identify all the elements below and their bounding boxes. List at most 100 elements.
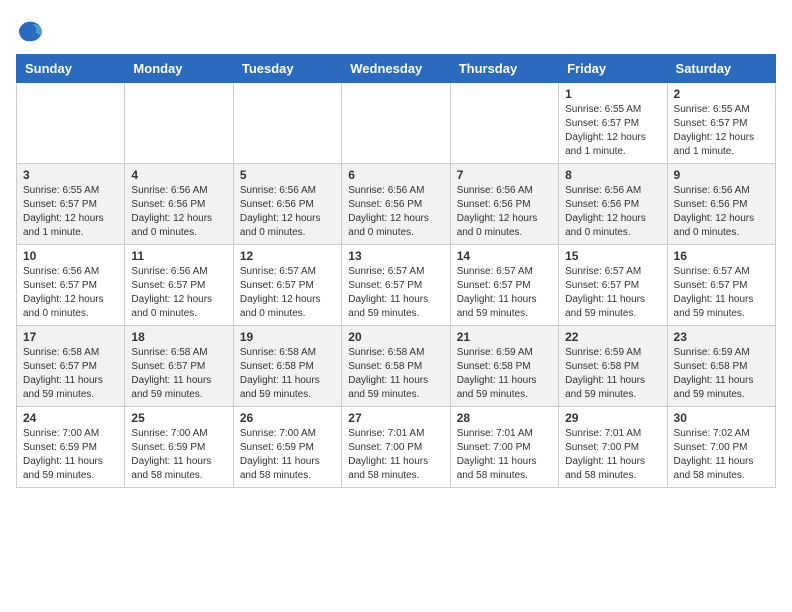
day-number: 24 bbox=[23, 411, 118, 425]
day-number: 27 bbox=[348, 411, 443, 425]
calendar-cell: 6 Sunrise: 6:56 AM Sunset: 6:56 PM Daylig… bbox=[342, 164, 450, 245]
day-info: Sunrise: 6:56 AM Sunset: 6:57 PM Dayligh… bbox=[131, 265, 226, 321]
day-info: Sunrise: 7:01 AM Sunset: 7:00 PM Dayligh… bbox=[348, 427, 443, 483]
calendar-cell: 9 Sunrise: 6:56 AM Sunset: 6:56 PM Daylig… bbox=[667, 164, 775, 245]
day-info: Sunrise: 7:00 AM Sunset: 6:59 PM Dayligh… bbox=[23, 427, 118, 483]
day-number: 25 bbox=[131, 411, 226, 425]
calendar-cell bbox=[17, 83, 125, 164]
day-info: Sunrise: 6:59 AM Sunset: 6:58 PM Dayligh… bbox=[457, 346, 552, 402]
calendar-week-2: 3 Sunrise: 6:55 AM Sunset: 6:57 PM Daylig… bbox=[17, 164, 776, 245]
calendar-cell: 19 Sunrise: 6:58 AM Sunset: 6:58 PM Dayli… bbox=[233, 326, 341, 407]
day-number: 28 bbox=[457, 411, 552, 425]
day-number: 15 bbox=[565, 249, 660, 263]
day-number: 18 bbox=[131, 330, 226, 344]
day-info: Sunrise: 6:59 AM Sunset: 6:58 PM Dayligh… bbox=[565, 346, 660, 402]
calendar-cell: 27 Sunrise: 7:01 AM Sunset: 7:00 PM Dayli… bbox=[342, 407, 450, 488]
day-info: Sunrise: 6:58 AM Sunset: 6:57 PM Dayligh… bbox=[131, 346, 226, 402]
day-number: 16 bbox=[674, 249, 769, 263]
calendar-cell: 26Sunrise: 7:00 AM Sunset: 6:59 PM Dayli… bbox=[233, 407, 341, 488]
weekday-header-tuesday: Tuesday bbox=[233, 55, 341, 83]
calendar-cell: 16 Sunrise: 6:57 AM Sunset: 6:57 PM Dayli… bbox=[667, 245, 775, 326]
day-number: 30 bbox=[674, 411, 769, 425]
day-number: 19 bbox=[240, 330, 335, 344]
day-info: Sunrise: 6:59 AM Sunset: 6:58 PM Dayligh… bbox=[674, 346, 769, 402]
calendar-cell bbox=[233, 83, 341, 164]
day-info: Sunrise: 6:55 AM Sunset: 6:57 PM Dayligh… bbox=[565, 103, 660, 159]
day-number: 6 bbox=[348, 168, 443, 182]
day-number: 10 bbox=[23, 249, 118, 263]
day-info: Sunrise: 7:02 AM Sunset: 7:00 PM Dayligh… bbox=[674, 427, 769, 483]
calendar-cell: 11 Sunrise: 6:56 AM Sunset: 6:57 PM Dayli… bbox=[125, 245, 233, 326]
day-number: 21 bbox=[457, 330, 552, 344]
calendar-cell: 8 Sunrise: 6:56 AM Sunset: 6:56 PM Daylig… bbox=[559, 164, 667, 245]
weekday-header-saturday: Saturday bbox=[667, 55, 775, 83]
calendar-cell: 12 Sunrise: 6:57 AM Sunset: 6:57 PM Dayli… bbox=[233, 245, 341, 326]
day-number: 3 bbox=[23, 168, 118, 182]
day-info: Sunrise: 6:55 AM Sunset: 6:57 PM Dayligh… bbox=[23, 184, 118, 240]
weekday-header-thursday: Thursday bbox=[450, 55, 558, 83]
calendar-cell: 7 Sunrise: 6:56 AM Sunset: 6:56 PM Daylig… bbox=[450, 164, 558, 245]
day-number: 8 bbox=[565, 168, 660, 182]
calendar-week-1: 1 Sunrise: 6:55 AM Sunset: 6:57 PM Daylig… bbox=[17, 83, 776, 164]
calendar-cell: 2 Sunrise: 6:55 AM Sunset: 6:57 PM Daylig… bbox=[667, 83, 775, 164]
calendar-cell: 25 Sunrise: 7:00 AM Sunset: 6:59 PM Dayli… bbox=[125, 407, 233, 488]
calendar-week-5: 24 Sunrise: 7:00 AM Sunset: 6:59 PM Dayli… bbox=[17, 407, 776, 488]
day-info: Sunrise: 6:58 AM Sunset: 6:58 PM Dayligh… bbox=[240, 346, 335, 402]
day-info: Sunrise: 6:56 AM Sunset: 6:56 PM Dayligh… bbox=[674, 184, 769, 240]
calendar-cell: 23 Sunrise: 6:59 AM Sunset: 6:58 PM Dayli… bbox=[667, 326, 775, 407]
calendar-week-3: 10 Sunrise: 6:56 AM Sunset: 6:57 PM Dayli… bbox=[17, 245, 776, 326]
weekday-header-wednesday: Wednesday bbox=[342, 55, 450, 83]
day-info: Sunrise: 7:01 AM Sunset: 7:00 PM Dayligh… bbox=[457, 427, 552, 483]
day-number: 11 bbox=[131, 249, 226, 263]
day-number: 20 bbox=[348, 330, 443, 344]
day-info: Sunrise: 6:57 AM Sunset: 6:57 PM Dayligh… bbox=[348, 265, 443, 321]
calendar-cell: 29Sunrise: 7:01 AM Sunset: 7:00 PM Dayli… bbox=[559, 407, 667, 488]
calendar-cell bbox=[342, 83, 450, 164]
day-info: Sunrise: 6:56 AM Sunset: 6:56 PM Dayligh… bbox=[131, 184, 226, 240]
calendar-cell: 4 Sunrise: 6:56 AM Sunset: 6:56 PM Daylig… bbox=[125, 164, 233, 245]
day-number: 7 bbox=[457, 168, 552, 182]
day-number: 2 bbox=[674, 87, 769, 101]
day-number: 17 bbox=[23, 330, 118, 344]
calendar-cell: 28 Sunrise: 7:01 AM Sunset: 7:00 PM Dayli… bbox=[450, 407, 558, 488]
day-info: Sunrise: 6:57 AM Sunset: 6:57 PM Dayligh… bbox=[240, 265, 335, 321]
logo-icon bbox=[16, 16, 44, 44]
calendar-cell: 5Sunrise: 6:56 AM Sunset: 6:56 PM Daylig… bbox=[233, 164, 341, 245]
weekday-header-sunday: Sunday bbox=[17, 55, 125, 83]
day-number: 13 bbox=[348, 249, 443, 263]
page-header bbox=[16, 16, 776, 44]
day-number: 4 bbox=[131, 168, 226, 182]
day-number: 26 bbox=[240, 411, 335, 425]
day-number: 12 bbox=[240, 249, 335, 263]
day-number: 23 bbox=[674, 330, 769, 344]
calendar-cell: 21 Sunrise: 6:59 AM Sunset: 6:58 PM Dayli… bbox=[450, 326, 558, 407]
calendar-cell: 24 Sunrise: 7:00 AM Sunset: 6:59 PM Dayli… bbox=[17, 407, 125, 488]
day-info: Sunrise: 6:58 AM Sunset: 6:58 PM Dayligh… bbox=[348, 346, 443, 402]
day-number: 1 bbox=[565, 87, 660, 101]
day-number: 9 bbox=[674, 168, 769, 182]
weekday-header-monday: Monday bbox=[125, 55, 233, 83]
calendar-header-row: SundayMondayTuesdayWednesdayThursdayFrid… bbox=[17, 55, 776, 83]
calendar-cell bbox=[450, 83, 558, 164]
day-info: Sunrise: 6:57 AM Sunset: 6:57 PM Dayligh… bbox=[457, 265, 552, 321]
day-number: 29 bbox=[565, 411, 660, 425]
day-info: Sunrise: 6:57 AM Sunset: 6:57 PM Dayligh… bbox=[565, 265, 660, 321]
calendar-cell: 14Sunrise: 6:57 AM Sunset: 6:57 PM Dayli… bbox=[450, 245, 558, 326]
day-info: Sunrise: 6:58 AM Sunset: 6:57 PM Dayligh… bbox=[23, 346, 118, 402]
day-info: Sunrise: 6:57 AM Sunset: 6:57 PM Dayligh… bbox=[674, 265, 769, 321]
calendar-cell: 30 Sunrise: 7:02 AM Sunset: 7:00 PM Dayli… bbox=[667, 407, 775, 488]
day-info: Sunrise: 6:56 AM Sunset: 6:57 PM Dayligh… bbox=[23, 265, 118, 321]
calendar-cell: 20 Sunrise: 6:58 AM Sunset: 6:58 PM Dayli… bbox=[342, 326, 450, 407]
logo bbox=[16, 16, 48, 44]
day-info: Sunrise: 6:56 AM Sunset: 6:56 PM Dayligh… bbox=[565, 184, 660, 240]
calendar-cell bbox=[125, 83, 233, 164]
calendar-cell: 18 Sunrise: 6:58 AM Sunset: 6:57 PM Dayli… bbox=[125, 326, 233, 407]
day-info: Sunrise: 6:56 AM Sunset: 6:56 PM Dayligh… bbox=[457, 184, 552, 240]
calendar-cell: 10 Sunrise: 6:56 AM Sunset: 6:57 PM Dayli… bbox=[17, 245, 125, 326]
calendar-cell: 22Sunrise: 6:59 AM Sunset: 6:58 PM Dayli… bbox=[559, 326, 667, 407]
calendar-cell: 3 Sunrise: 6:55 AM Sunset: 6:57 PM Daylig… bbox=[17, 164, 125, 245]
day-info: Sunrise: 7:00 AM Sunset: 6:59 PM Dayligh… bbox=[131, 427, 226, 483]
day-info: Sunrise: 6:55 AM Sunset: 6:57 PM Dayligh… bbox=[674, 103, 769, 159]
day-info: Sunrise: 6:56 AM Sunset: 6:56 PM Dayligh… bbox=[348, 184, 443, 240]
calendar-cell: 1 Sunrise: 6:55 AM Sunset: 6:57 PM Daylig… bbox=[559, 83, 667, 164]
